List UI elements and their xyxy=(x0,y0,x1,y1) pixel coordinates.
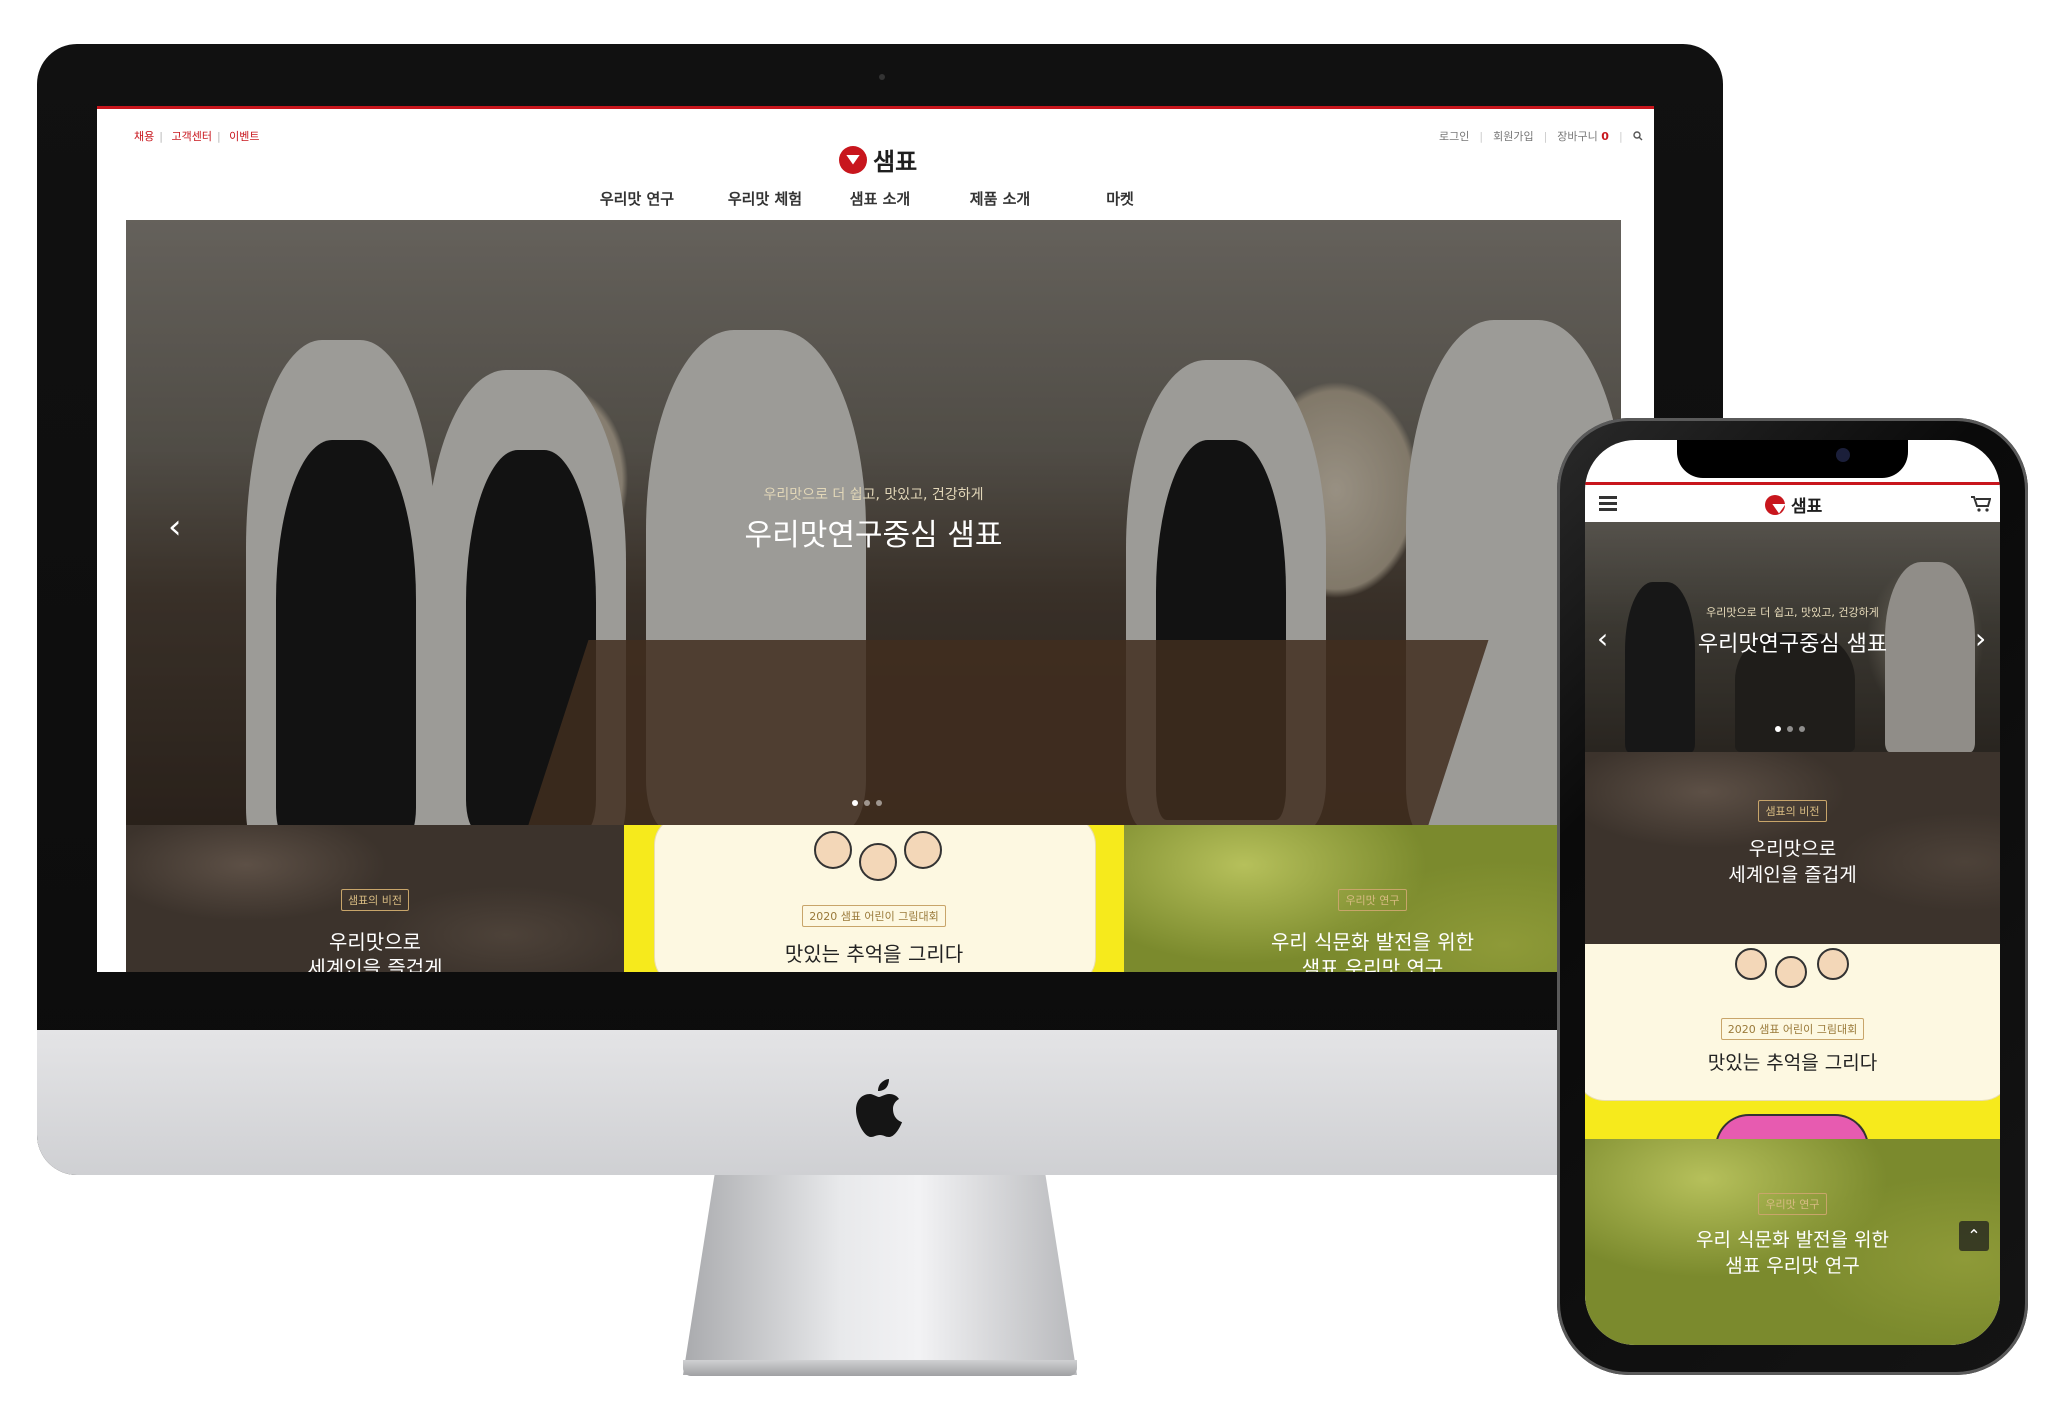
nav-item-research[interactable]: 우리맛 연구 xyxy=(592,188,682,209)
util-link-careers[interactable]: 채용 xyxy=(134,130,154,143)
panel-badge: 우리맛 연구 xyxy=(1338,889,1407,911)
section-title-line: 우리맛으로 xyxy=(1748,838,1837,860)
panel-title: 맛있는 추억을 그리다 xyxy=(784,942,964,966)
section-illustration-shirt xyxy=(1715,1114,1869,1139)
pagination-dot[interactable] xyxy=(876,800,882,806)
nav-item-products[interactable]: 제품 소개 xyxy=(960,188,1040,209)
util-link-events[interactable]: 이벤트 xyxy=(229,130,259,143)
hero-subtitle: 우리맛으로 더 쉽고, 맛있고, 건강하게 xyxy=(763,487,984,503)
site-logo[interactable]: 샘표 xyxy=(839,142,917,177)
cart-count: 0 xyxy=(1601,130,1609,143)
mobile-hero-title: 우리맛연구중심 샘표 xyxy=(1697,632,1888,657)
pagination-dot[interactable] xyxy=(1775,726,1781,732)
panel-drawing-contest[interactable]: 2020 샘표 어린이 그림대회 맛있는 추억을 그리다 xyxy=(624,825,1124,972)
hero-pagination xyxy=(852,800,882,806)
section-title: 맛있는 추억을 그리다 xyxy=(1707,1052,1878,1074)
section-badge: 2020 샘표 어린이 그림대회 xyxy=(1720,1018,1865,1040)
top-red-line xyxy=(97,106,1654,109)
section-badge: 우리맛 연구 xyxy=(1758,1193,1827,1215)
panel-badge: 2020 샘표 어린이 그림대회 xyxy=(802,905,946,927)
imac-camera xyxy=(879,74,885,80)
pagination-dot[interactable] xyxy=(852,800,858,806)
phone-camera xyxy=(1836,448,1850,462)
nav-item-about[interactable]: 샘표 소개 xyxy=(840,188,920,209)
panel-vision[interactable]: 샘표의 비전 우리맛으로 세계인을 즐겁게 xyxy=(126,825,624,972)
util-link-support[interactable]: 고객센터 xyxy=(171,130,211,143)
user-links: 로그인 | 회원가입 | 장바구니 0 | xyxy=(1439,128,1643,144)
logo-text: 샘표 xyxy=(873,148,918,176)
mobile-top-red-line xyxy=(1585,482,2000,485)
logo-text: 샘표 xyxy=(1791,497,1823,517)
main-nav: 우리맛 연구 우리맛 체험 샘표 소개 제품 소개 마켓 xyxy=(592,188,1292,209)
utility-links: 채용 | 고객센터 | 이벤트 xyxy=(134,130,260,143)
hamburger-icon[interactable] xyxy=(1599,496,1617,511)
section-title-line: 세계인을 즐겁게 xyxy=(1728,864,1857,886)
nav-item-market[interactable]: 마켓 xyxy=(1090,188,1150,209)
hero-prev-arrow[interactable]: ‹ xyxy=(168,510,182,544)
cart-label: 장바구니 xyxy=(1557,130,1598,143)
mobile-section-vision[interactable]: 샘표의 비전 우리맛으로 세계인을 즐겁게 xyxy=(1585,752,2000,944)
phone-notch xyxy=(1677,440,1908,478)
hero-slider: 우리맛으로 더 쉽고, 맛있고, 건강하게 우리맛연구중심 샘표 ‹ › xyxy=(126,220,1621,825)
section-badge: 샘표의 비전 xyxy=(1758,800,1827,822)
pagination-dot[interactable] xyxy=(864,800,870,806)
mobile-screen: 샘표 우리맛으로 더 쉽고, 맛있고, 건강하게 우리맛연구중심 샘표 ‹ › … xyxy=(1585,440,2000,1345)
panel-title: 우리 식문화 발전을 위한 샘표 우리맛 연구 xyxy=(1270,930,1475,972)
section-illustration-kids xyxy=(1735,948,1865,988)
logo-mark-icon xyxy=(1765,494,1785,515)
mobile-hero-subtitle: 우리맛으로 더 쉽고, 맛있고, 건강하게 xyxy=(1706,606,1879,619)
signup-link[interactable]: 회원가입 xyxy=(1493,128,1533,144)
hero-title: 우리맛연구중심 샘표 xyxy=(744,518,1003,553)
mobile-hero-pagination xyxy=(1775,726,1805,732)
panel-research[interactable]: 우리맛 연구 우리 식문화 발전을 위한 샘표 우리맛 연구 xyxy=(1124,825,1621,972)
panel-badge: 샘표의 비전 xyxy=(340,889,410,911)
mobile-hero-next-arrow[interactable]: › xyxy=(1975,622,1986,656)
apple-logo-icon xyxy=(856,1079,902,1137)
section-title: 우리 식문화 발전을 위한 샘표 우리맛 연구 xyxy=(1585,1227,2000,1279)
section-title-line: 우리 식문화 발전을 위한 xyxy=(1696,1229,1889,1251)
section-title-line: 샘표 우리맛 연구 xyxy=(1725,1255,1860,1277)
mobile-hero: 우리맛으로 더 쉽고, 맛있고, 건강하게 우리맛연구중심 샘표 ‹ › xyxy=(1585,522,2000,752)
imac-stand-base xyxy=(683,1360,1077,1376)
mobile-section-drawing-contest[interactable]: 2020 샘표 어린이 그림대회 맛있는 추억을 그리다 xyxy=(1585,944,2000,1139)
mobile-hero-prev-arrow[interactable]: ‹ xyxy=(1597,622,1608,656)
imac-stand xyxy=(683,1175,1077,1375)
logo-mark-icon xyxy=(839,145,867,174)
panel-illustration-kids xyxy=(804,831,954,881)
mobile-section-research[interactable]: 우리맛 연구 우리 식문화 발전을 위한 샘표 우리맛 연구 ⌃ xyxy=(1585,1139,2000,1345)
nav-item-experience[interactable]: 우리맛 체험 xyxy=(720,188,810,209)
search-icon[interactable] xyxy=(1632,131,1643,141)
cart-icon[interactable] xyxy=(1971,496,1991,512)
desktop-screen: 채용 | 고객센터 | 이벤트 로그인 | 회원가입 | 장바구니 0 | 샘표 우… xyxy=(97,106,1654,972)
pagination-dot[interactable] xyxy=(1799,726,1805,732)
pagination-dot[interactable] xyxy=(1787,726,1793,732)
section-title: 우리맛으로 세계인을 즐겁게 xyxy=(1585,836,2000,888)
cart-link[interactable]: 장바구니 0 xyxy=(1557,128,1609,144)
panel-title: 우리맛으로 세계인을 즐겁게 xyxy=(307,930,443,972)
mobile-logo[interactable]: 샘표 xyxy=(1765,492,1822,517)
login-link[interactable]: 로그인 xyxy=(1439,128,1469,144)
scroll-top-button[interactable]: ⌃ xyxy=(1959,1221,1989,1251)
